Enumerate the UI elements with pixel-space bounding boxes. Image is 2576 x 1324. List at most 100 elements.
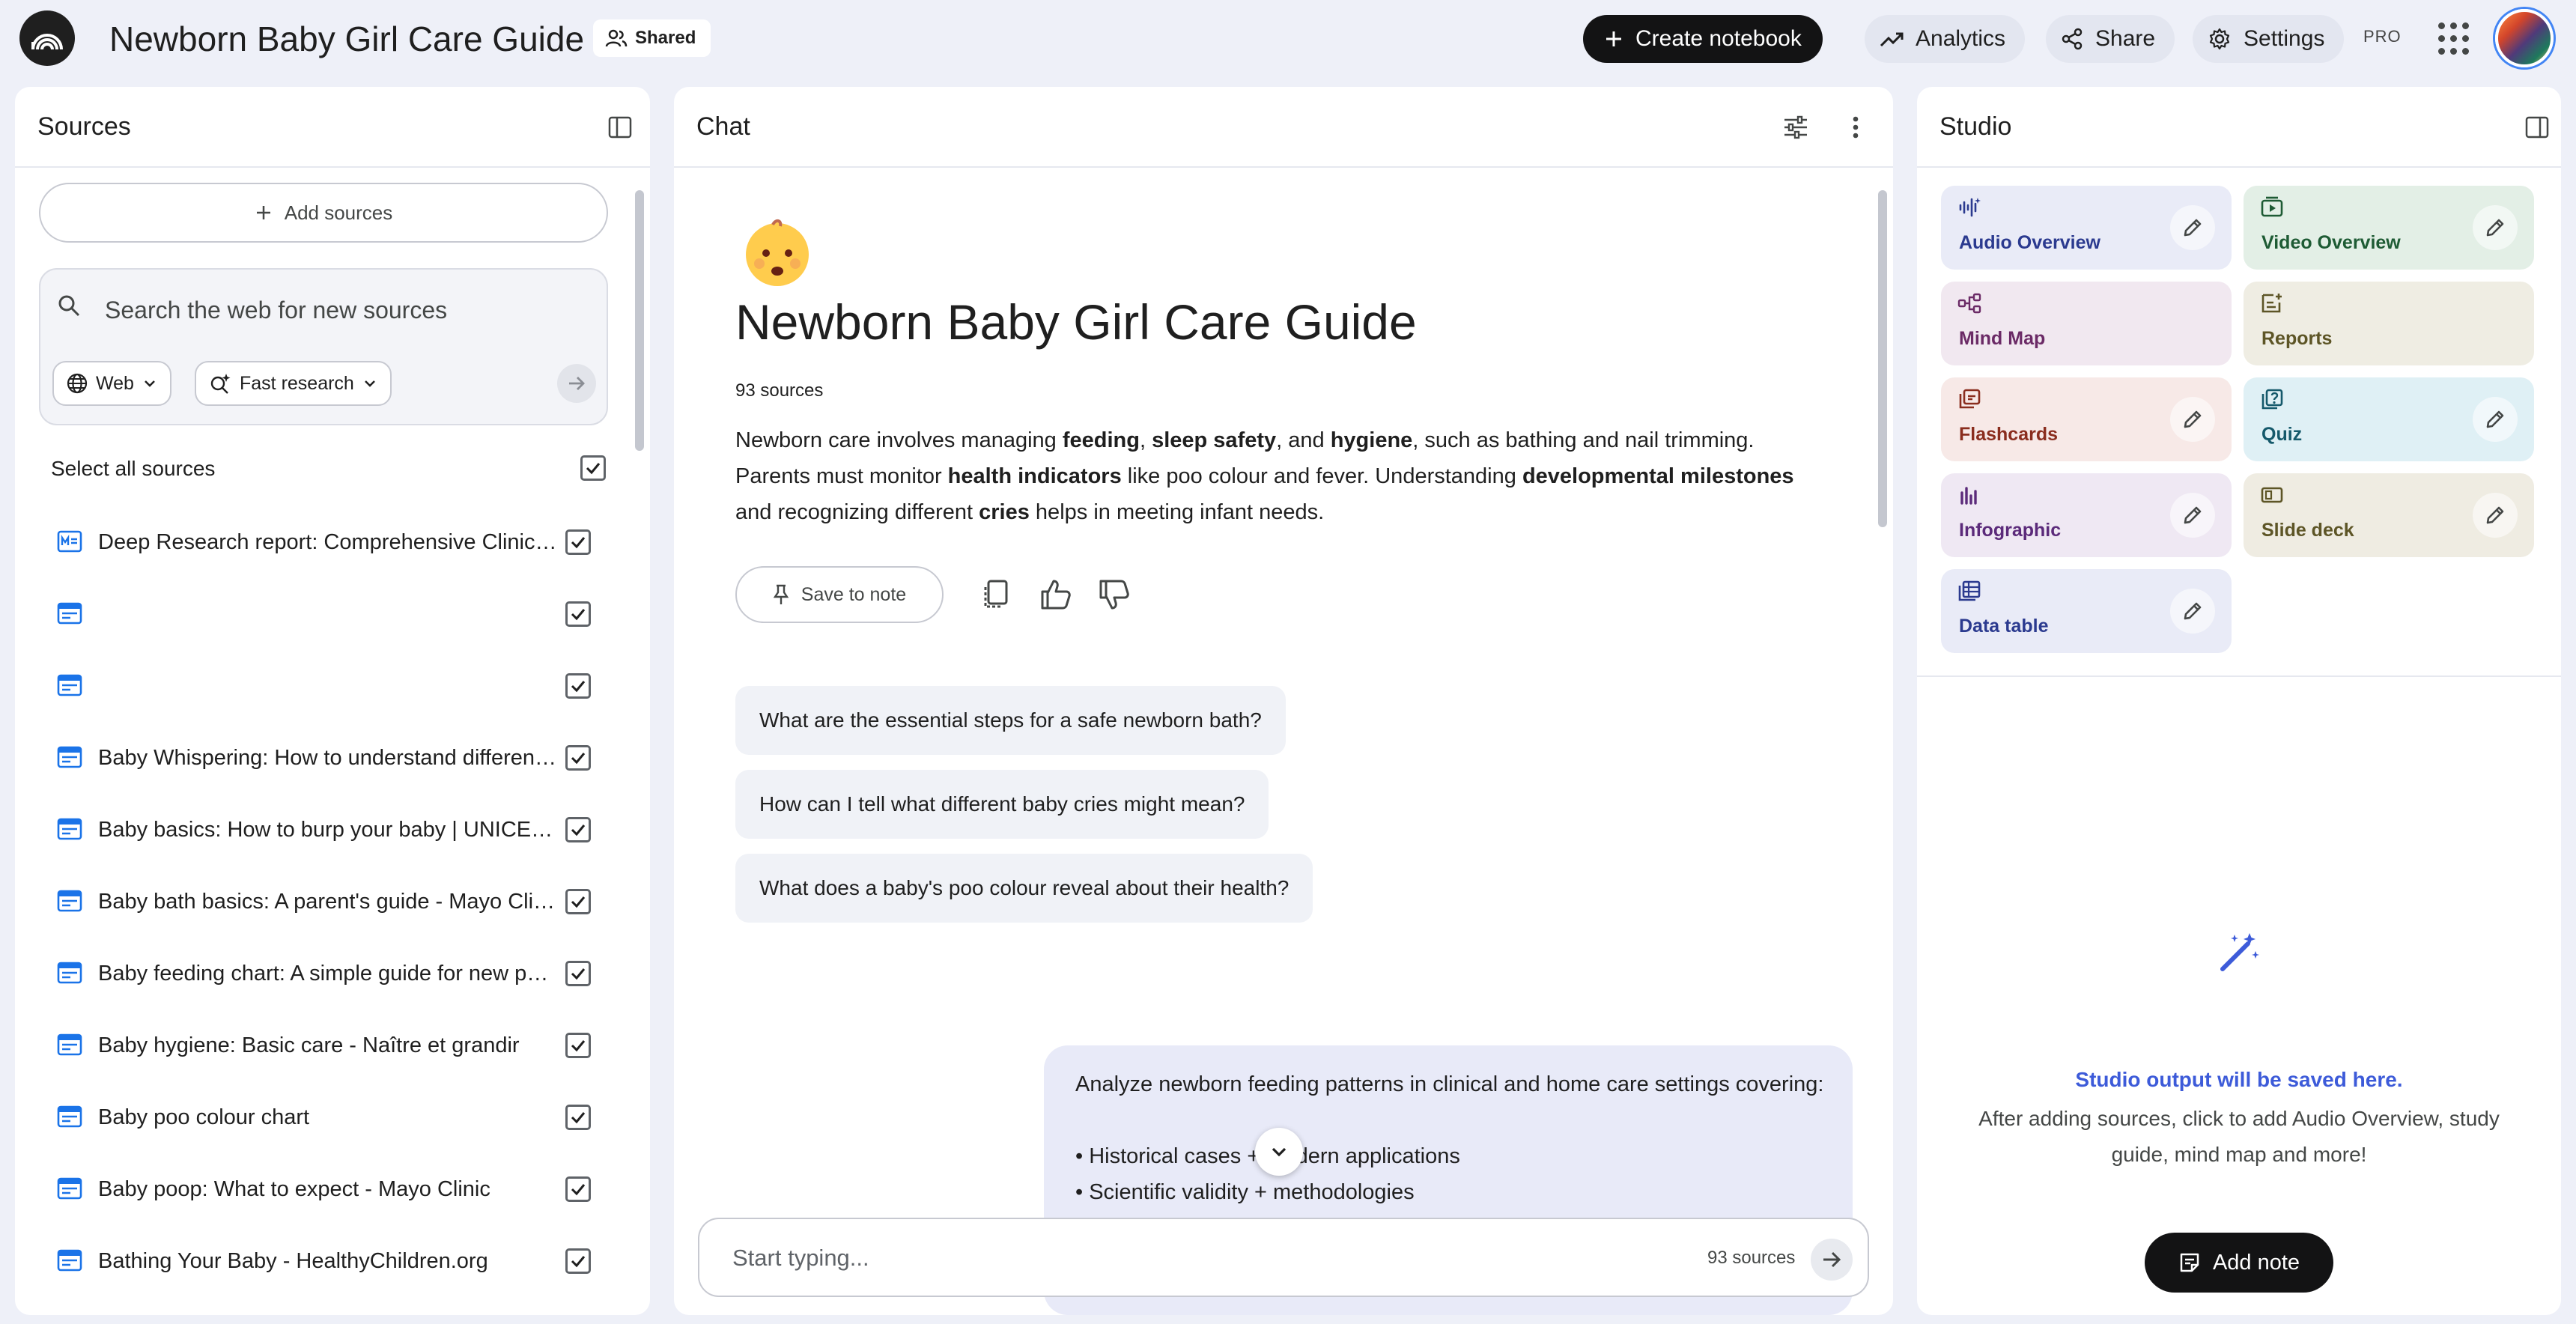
summary-text: helps in meeting infant needs. [1029, 500, 1325, 524]
select-all-sources-row[interactable]: Select all sources [51, 442, 628, 496]
settings-label: Settings [2244, 26, 2325, 51]
source-item[interactable]: Deep Research report: Comprehensive Clin… [15, 506, 629, 578]
studio-tile[interactable]: Flashcards [1941, 377, 2232, 461]
apps-grid-icon[interactable] [2438, 22, 2471, 55]
submit-search-button[interactable] [557, 364, 596, 403]
settings-button[interactable]: Settings [2193, 15, 2345, 63]
source-checkbox[interactable] [565, 601, 591, 627]
studio-tile-label: Infographic [1959, 520, 2062, 541]
web-search-box: Web Fast research [39, 268, 608, 425]
add-note-button[interactable]: Add note [2145, 1233, 2333, 1293]
source-item[interactable]: Baby basics: How to burp your baby | UNI… [15, 794, 629, 866]
share-button[interactable]: Share [2046, 15, 2175, 63]
copy-icon[interactable] [978, 577, 1014, 613]
select-all-checkbox[interactable] [580, 455, 606, 481]
source-checkbox[interactable] [565, 529, 591, 555]
notebook-title[interactable]: Newborn Baby Girl Care Guide [109, 16, 584, 61]
pencil-icon[interactable] [2170, 589, 2215, 634]
studio-tile[interactable]: Infographic [1941, 473, 2232, 557]
plus-icon [255, 204, 273, 222]
research-mode-dropdown[interactable]: Fast research [195, 361, 392, 406]
more-vert-icon[interactable] [1839, 111, 1872, 144]
search-sparkle-icon [208, 372, 232, 395]
suggested-question[interactable]: What does a baby's poo colour reveal abo… [735, 854, 1313, 923]
chevron-down-icon [142, 375, 158, 392]
source-item-label: Baby poo colour chart [98, 1105, 310, 1129]
collapse-panel-icon[interactable] [604, 111, 637, 144]
add-sources-label: Add sources [284, 201, 393, 224]
video-play-icon [2260, 196, 2284, 219]
studio-tile-label: Video Overview [2261, 232, 2401, 253]
web-page-icon [57, 1033, 82, 1056]
source-item[interactable] [15, 578, 629, 650]
suggested-question[interactable]: How can I tell what different baby cries… [735, 770, 1269, 839]
source-item-label: Baby Whispering: How to understand diffe… [98, 746, 559, 770]
studio-tile-label: Flashcards [1959, 424, 2059, 445]
notebook-summary: Newborn care involves managing feeding , … [735, 422, 1814, 530]
studio-tile[interactable]: Slide deck [2244, 473, 2534, 557]
source-checkbox[interactable] [565, 1105, 591, 1130]
pencil-icon[interactable] [2473, 205, 2518, 250]
source-item[interactable]: Baby hygiene: Basic care - Naître et gra… [15, 1009, 629, 1081]
share-icon [2061, 28, 2083, 50]
chat-scrollbar[interactable] [1878, 190, 1887, 527]
source-item[interactable]: Bathing Your Baby | Aeroflow Breastpumps [15, 1297, 629, 1315]
scroll-to-bottom-button[interactable] [1255, 1128, 1303, 1176]
user-message-line [1075, 1102, 1821, 1138]
studio-tile[interactable]: Quiz [2244, 377, 2534, 461]
summary-keyword: health indicators [947, 464, 1122, 488]
source-checkbox[interactable] [565, 817, 591, 842]
send-button[interactable] [1811, 1239, 1853, 1281]
studio-tile[interactable]: Data table [1941, 569, 2232, 653]
source-item-label: Baby bath basics: A parent's guide - May… [98, 890, 559, 914]
web-source-dropdown[interactable]: Web [52, 361, 171, 406]
source-item-label: Baby hygiene: Basic care - Naître et gra… [98, 1033, 520, 1057]
studio-tile[interactable]: Audio Overview [1941, 186, 2232, 270]
source-item[interactable]: Baby poop: What to expect - Mayo Clinic [15, 1153, 629, 1225]
studio-tile-label: Reports [2261, 328, 2333, 349]
pencil-icon[interactable] [2473, 397, 2518, 442]
source-checkbox[interactable] [565, 961, 591, 986]
avatar[interactable] [2495, 9, 2554, 67]
pencil-icon[interactable] [2170, 205, 2215, 250]
source-checkbox[interactable] [565, 1176, 591, 1202]
source-item[interactable]: Baby Whispering: How to understand diffe… [15, 722, 629, 794]
summary-text: and recognizing different [735, 500, 979, 524]
note-icon [2178, 1251, 2201, 1274]
source-item[interactable]: Baby bath basics: A parent's guide - May… [15, 866, 629, 938]
source-item[interactable]: Bathing Your Baby - HealthyChildren.org [15, 1225, 629, 1297]
source-checkbox[interactable] [565, 889, 591, 914]
source-checkbox[interactable] [565, 1248, 591, 1274]
source-item[interactable]: Baby feeding chart: A simple guide for n… [15, 938, 629, 1009]
studio-tile[interactable]: Mind Map [1941, 282, 2232, 365]
source-item[interactable]: Baby poo colour chart [15, 1081, 629, 1153]
thumbs-down-icon[interactable] [1096, 577, 1132, 613]
people-icon [605, 28, 628, 48]
pencil-icon[interactable] [2473, 493, 2518, 538]
web-page-icon [57, 1105, 82, 1128]
sources-scrollbar[interactable] [635, 190, 644, 451]
add-sources-button[interactable]: Add sources [39, 183, 608, 243]
magic-wand-icon [2217, 930, 2261, 975]
suggested-question[interactable]: What are the essential steps for a safe … [735, 686, 1286, 755]
studio-tile[interactable]: Video Overview [2244, 186, 2534, 270]
web-search-input[interactable] [105, 289, 554, 331]
chat-input[interactable] [732, 1237, 1556, 1279]
save-to-note-button[interactable]: Save to note [735, 566, 944, 623]
collapse-panel-icon[interactable] [2521, 111, 2554, 144]
source-checkbox[interactable] [565, 745, 591, 771]
shared-badge[interactable]: Shared [593, 19, 711, 57]
source-checkbox[interactable] [565, 673, 591, 699]
chat-options-tune-icon[interactable] [1779, 111, 1812, 144]
pencil-icon[interactable] [2170, 493, 2215, 538]
analytics-button[interactable]: Analytics [1865, 15, 2026, 63]
studio-tile[interactable]: Reports [2244, 282, 2534, 365]
report-doc-icon [57, 530, 82, 553]
create-notebook-button[interactable]: Create notebook [1583, 15, 1823, 63]
notebooklm-logo-icon[interactable] [19, 10, 75, 66]
pencil-icon[interactable] [2170, 397, 2215, 442]
web-page-icon [57, 746, 82, 768]
source-item[interactable] [15, 650, 629, 722]
source-checkbox[interactable] [565, 1033, 591, 1058]
thumbs-up-icon[interactable] [1038, 577, 1074, 613]
